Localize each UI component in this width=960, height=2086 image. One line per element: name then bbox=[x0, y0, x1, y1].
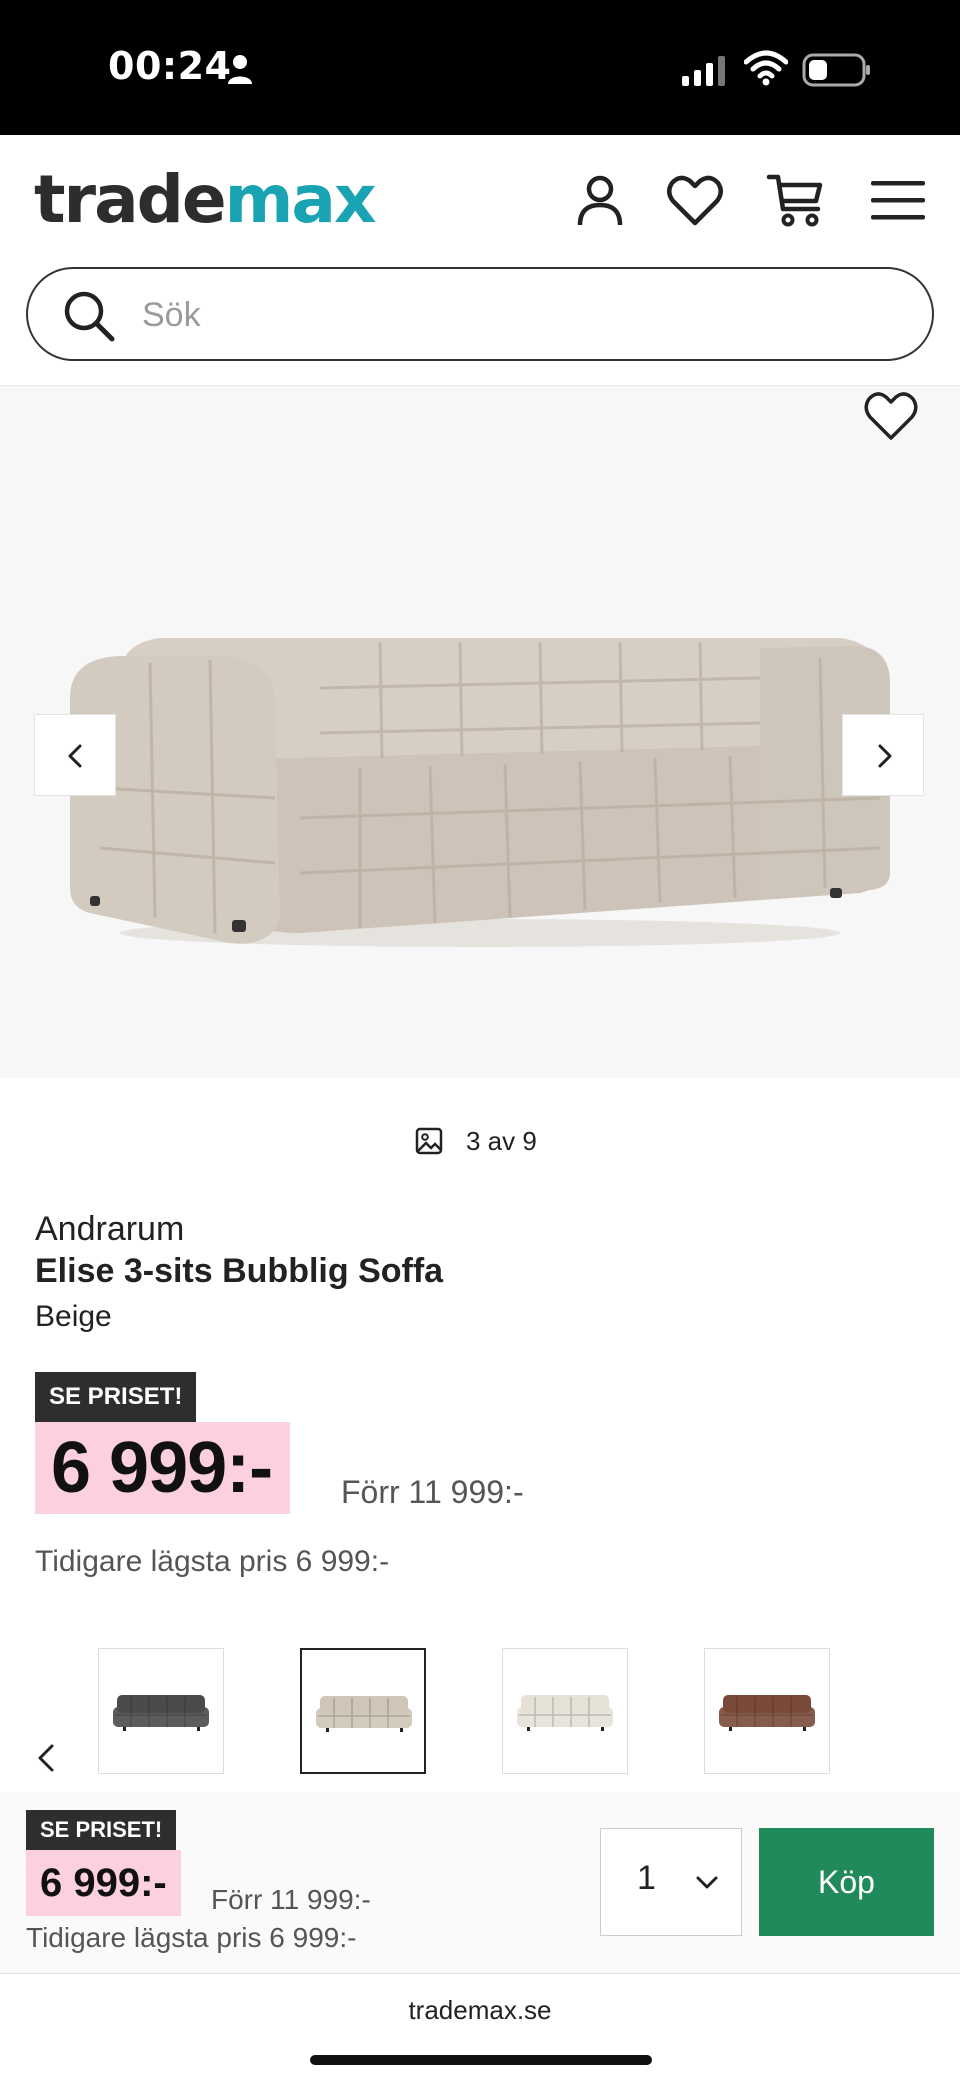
cart-icon[interactable] bbox=[766, 171, 826, 231]
buy-button[interactable]: Köp bbox=[759, 1828, 934, 1936]
current-price: 6 999:- bbox=[35, 1422, 291, 1514]
image-counter: 3 av 9 bbox=[414, 1124, 537, 1158]
logo-part-trade: trade bbox=[34, 161, 227, 238]
status-bar: 00:24 bbox=[0, 0, 960, 135]
search-icon bbox=[64, 291, 115, 342]
price-badge: SE PRISET! bbox=[26, 1810, 177, 1850]
url-label[interactable]: trademax.se bbox=[0, 1995, 960, 2026]
status-time: 00:24 bbox=[108, 44, 232, 88]
sofa-thumbnail-image bbox=[316, 1696, 412, 1732]
color-variant-brown[interactable] bbox=[704, 1648, 830, 1774]
search-input[interactable] bbox=[142, 287, 902, 343]
sticky-buy-bar: SE PRISET! 6 999:- Förr 11 999:- Tidigar… bbox=[0, 1792, 960, 1974]
lowest-price-note: Tidigare lägsta pris 6 999:- bbox=[35, 1545, 390, 1578]
chevron-right-icon bbox=[878, 744, 892, 768]
quantity-value: 1 bbox=[637, 1859, 656, 1897]
hamburger-menu-icon[interactable] bbox=[868, 171, 928, 231]
account-icon[interactable] bbox=[570, 171, 630, 231]
search-bar[interactable] bbox=[26, 267, 934, 361]
price-badge: SE PRISET! bbox=[35, 1372, 197, 1422]
trademax-logo[interactable]: trademax bbox=[34, 161, 377, 238]
gallery-prev-button[interactable] bbox=[34, 714, 116, 796]
sofa-thumbnail-image bbox=[113, 1695, 209, 1731]
previous-price: Förr 11 999:- bbox=[341, 1474, 524, 1510]
color-variant-cream[interactable] bbox=[502, 1648, 628, 1774]
sofa-thumbnail-image bbox=[719, 1695, 815, 1731]
image-counter-text: 3 av 9 bbox=[466, 1125, 537, 1156]
product-variant: Beige bbox=[35, 1300, 112, 1333]
sticky-previous-price: Förr 11 999:- bbox=[211, 1884, 371, 1915]
person-icon bbox=[228, 55, 252, 84]
wifi-icon bbox=[744, 50, 788, 86]
sticky-lowest-price-note: Tidigare lägsta pris 6 999:- bbox=[26, 1922, 357, 1953]
color-variant-beige[interactable] bbox=[300, 1648, 426, 1774]
chevron-left-icon[interactable] bbox=[34, 1740, 58, 1776]
favorite-heart-icon[interactable] bbox=[862, 388, 920, 442]
product-image-sofa[interactable] bbox=[60, 588, 900, 958]
product-gallery bbox=[0, 388, 960, 1078]
heart-icon[interactable] bbox=[665, 171, 725, 231]
home-indicator[interactable] bbox=[310, 2055, 652, 2065]
product-brand[interactable]: Andrarum bbox=[35, 1210, 184, 1249]
cellular-signal-icon bbox=[682, 56, 725, 86]
chevron-left-icon bbox=[68, 744, 82, 768]
color-variant-dark-grey[interactable] bbox=[98, 1648, 224, 1774]
logo-part-max: max bbox=[224, 161, 377, 238]
sticky-current-price: 6 999:- bbox=[26, 1850, 181, 1916]
site-header: trademax bbox=[0, 135, 960, 387]
browser-footer: trademax.se bbox=[0, 1975, 960, 2086]
chevron-down-icon bbox=[696, 1876, 718, 1889]
image-icon bbox=[415, 1127, 443, 1155]
sofa-thumbnail-image bbox=[517, 1695, 613, 1731]
gallery-next-button[interactable] bbox=[842, 714, 924, 796]
product-title: Elise 3-sits Bubblig Soffa bbox=[35, 1252, 444, 1290]
quantity-select[interactable]: 1 bbox=[600, 1828, 742, 1936]
battery-icon bbox=[802, 53, 870, 87]
